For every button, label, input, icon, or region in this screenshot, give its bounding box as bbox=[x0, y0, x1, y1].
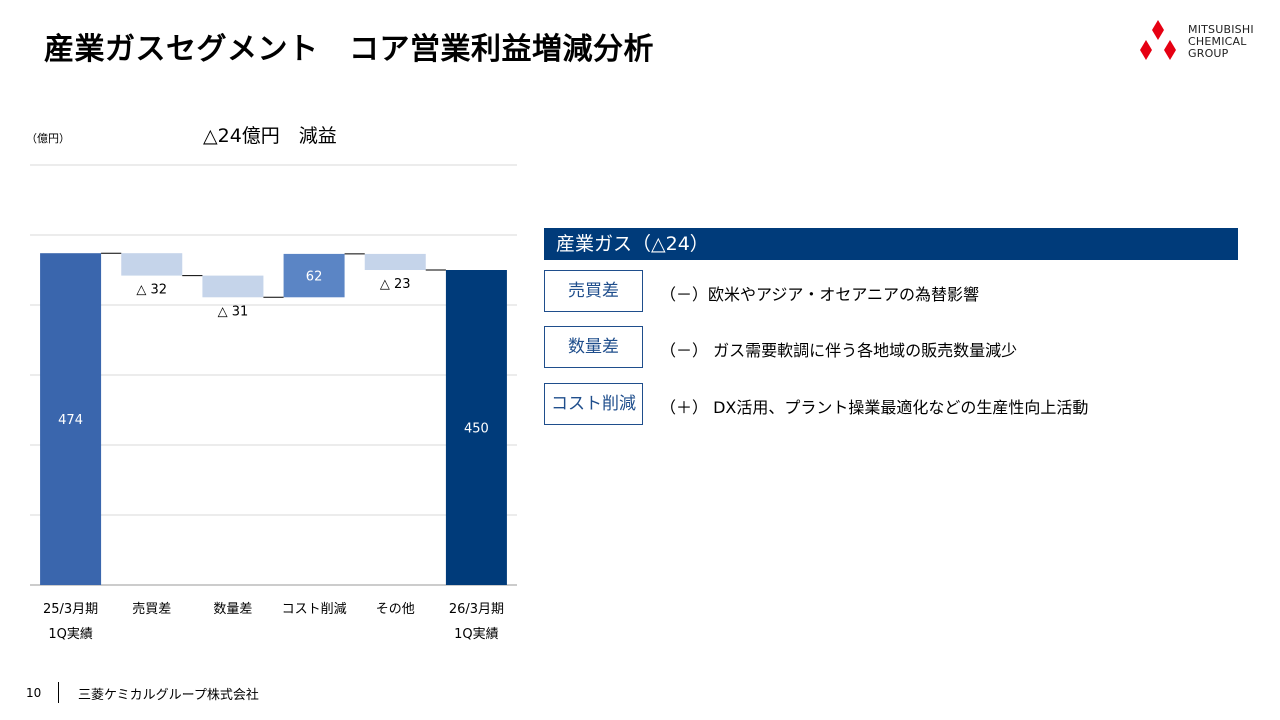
panel-header: 産業ガス（△24） bbox=[544, 228, 1238, 260]
category-label: 数量差 bbox=[213, 602, 252, 617]
company-name: 三菱ケミカルグループ株式会社 bbox=[78, 688, 259, 703]
category-label: 1Q実績 bbox=[48, 626, 93, 642]
data-label: △ 32 bbox=[136, 283, 167, 298]
data-label: △ 31 bbox=[218, 304, 249, 319]
three-diamonds-icon bbox=[1140, 20, 1176, 60]
factor-text-trade: （－）欧米やアジア・オセアニアの為替影響 bbox=[660, 285, 980, 304]
factor-label-cost: コスト削減 bbox=[544, 383, 643, 425]
factor-text-cost: （＋） DX活用、プラント操業最適化などの生産性向上活動 bbox=[660, 398, 1089, 417]
page-number: 10 bbox=[26, 686, 42, 700]
waterfall-chart: 474 25/3月期 1Q実績 △ 32 売買差 △ 31 数量差 62 コスト削減 △ 23 その… bbox=[30, 164, 517, 642]
footer-divider bbox=[58, 682, 59, 703]
category-label: 1Q実績 bbox=[454, 626, 499, 642]
factor-label-trade: 売買差 bbox=[544, 270, 643, 312]
company-logo: MITSUBISHI CHEMICAL GROUP bbox=[1136, 18, 1260, 64]
data-label: 62 bbox=[306, 270, 323, 285]
logo-wordmark: MITSUBISHI CHEMICAL GROUP bbox=[1188, 23, 1254, 60]
category-label: その他 bbox=[376, 602, 415, 617]
category-label: コスト削減 bbox=[282, 601, 347, 617]
data-label: 474 bbox=[58, 413, 83, 428]
waterfall-bar bbox=[121, 253, 183, 276]
factor-label-volume: 数量差 bbox=[544, 326, 643, 368]
waterfall-bar bbox=[202, 275, 264, 298]
category-label: 25/3月期 bbox=[43, 602, 98, 617]
waterfall-bar bbox=[364, 253, 426, 270]
factor-text-volume: （－） ガス需要軟調に伴う各地域の販売数量減少 bbox=[660, 341, 1018, 360]
data-label: △ 23 bbox=[380, 277, 411, 292]
category-label: 26/3月期 bbox=[449, 602, 504, 617]
category-label: 売買差 bbox=[132, 601, 171, 617]
data-label: 450 bbox=[464, 422, 489, 437]
